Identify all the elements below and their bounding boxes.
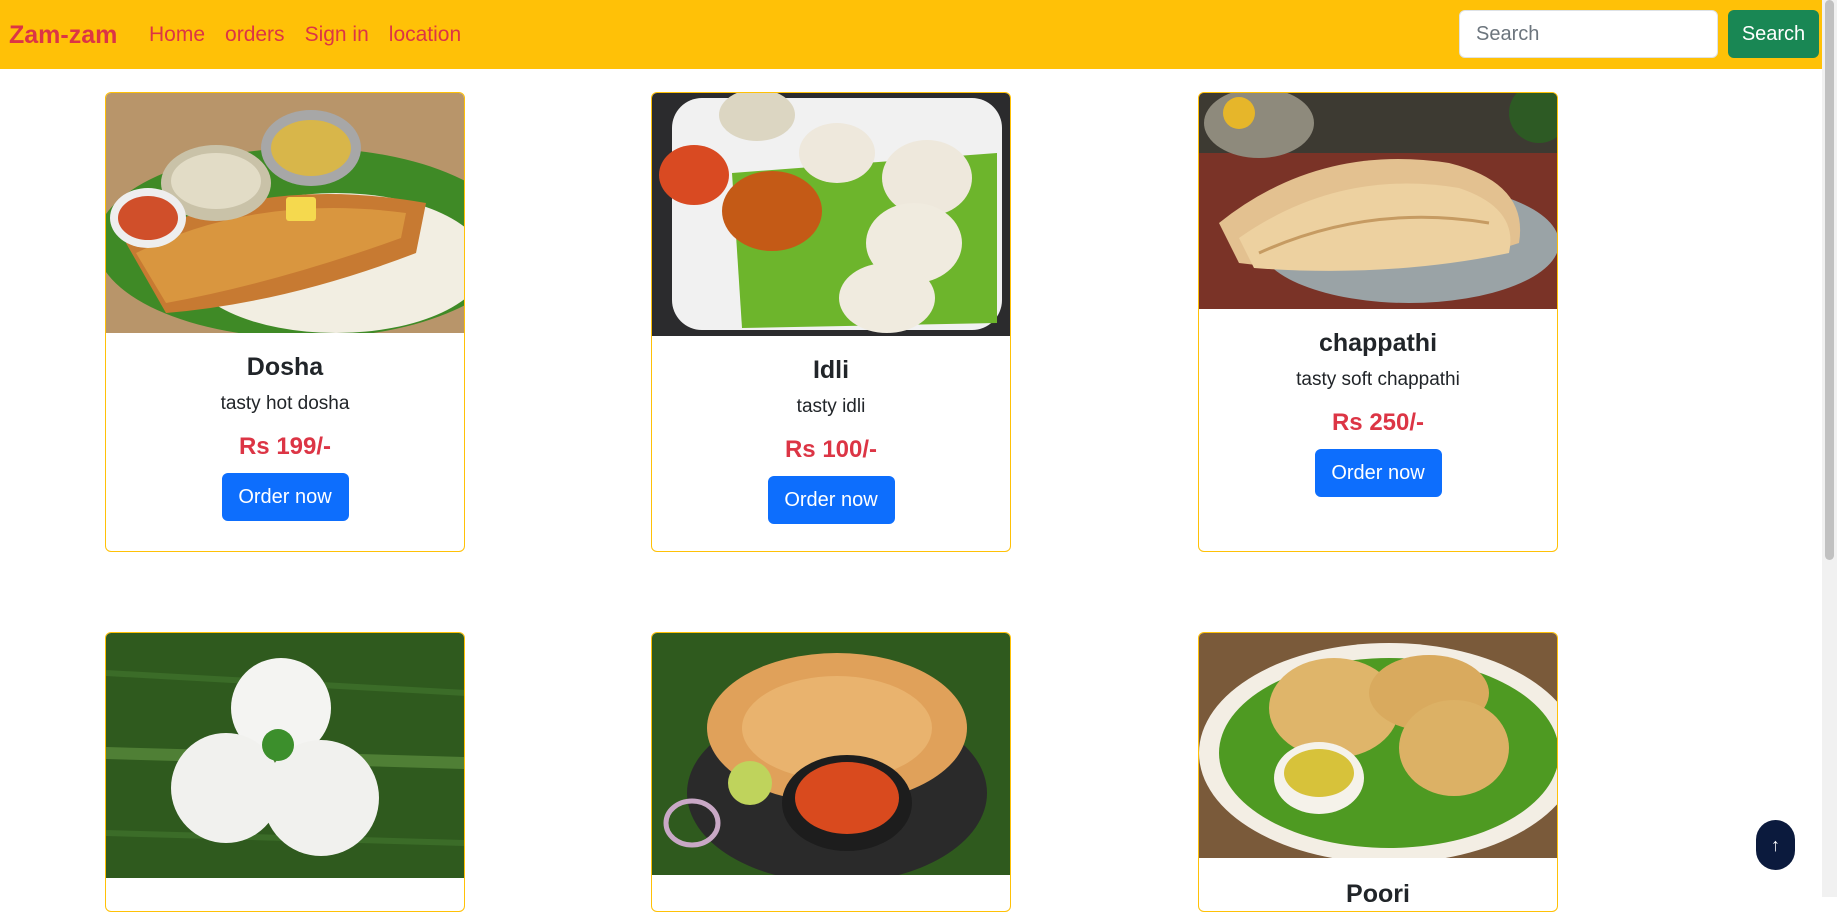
idli-image (652, 93, 1010, 336)
food-card-chappathi: chappathi tasty soft chappathi Rs 250/- … (1198, 92, 1558, 552)
food-card-poori: Poori (1198, 632, 1558, 912)
parotta-image (652, 633, 1010, 875)
idiyappam-image (106, 633, 464, 878)
food-card-idiyappam (105, 632, 465, 912)
card-description: tasty soft chappathi (1296, 369, 1460, 390)
search-input[interactable] (1459, 10, 1718, 58)
nav-link-home[interactable]: Home (149, 18, 205, 52)
nav-link-orders[interactable]: orders (225, 18, 285, 52)
food-card-dosha: Dosha tasty hot dosha Rs 199/- Order now (105, 92, 465, 552)
page-scrollbar[interactable] (1822, 0, 1837, 897)
nav-link-location[interactable]: location (389, 18, 461, 52)
nav-link-sign-in[interactable]: Sign in (305, 18, 369, 52)
order-now-button[interactable]: Order now (221, 473, 349, 521)
food-card-idli: Idli tasty idli Rs 100/- Order now (651, 92, 1011, 552)
card-title: Idli (812, 356, 850, 384)
chappathi-image (1199, 93, 1557, 309)
poori-image (1199, 633, 1557, 858)
navbar: Zam-zam Home orders Sign in location Sea… (0, 0, 1837, 69)
order-now-button[interactable]: Order now (1314, 449, 1442, 497)
brand-link[interactable]: Zam-zam (9, 18, 117, 52)
card-price: Rs 199/- (238, 433, 332, 460)
food-card-parotta (651, 632, 1011, 912)
nav-links: Home orders Sign in location (149, 18, 461, 52)
card-description: tasty hot dosha (220, 393, 350, 414)
dosha-image (106, 93, 464, 333)
card-body: Poori (1199, 858, 1557, 910)
card-description: tasty idli (796, 396, 866, 417)
card-title: Poori (1346, 880, 1410, 908)
card-price: Rs 100/- (784, 436, 878, 463)
arrow-up-icon: ↑ (1771, 834, 1780, 855)
back-to-top-button[interactable]: ↑ (1756, 820, 1795, 870)
card-title: Dosha (246, 353, 324, 381)
scrollbar-thumb[interactable] (1825, 0, 1834, 560)
card-body: Idli tasty idli Rs 100/- Order now (652, 336, 1010, 524)
search-button[interactable]: Search (1728, 10, 1819, 58)
order-now-button[interactable]: Order now (767, 476, 895, 524)
card-title: chappathi (1318, 329, 1438, 357)
card-body: Dosha tasty hot dosha Rs 199/- Order now (106, 333, 464, 521)
card-body: chappathi tasty soft chappathi Rs 250/- … (1199, 309, 1557, 497)
card-price: Rs 250/- (1331, 409, 1425, 436)
